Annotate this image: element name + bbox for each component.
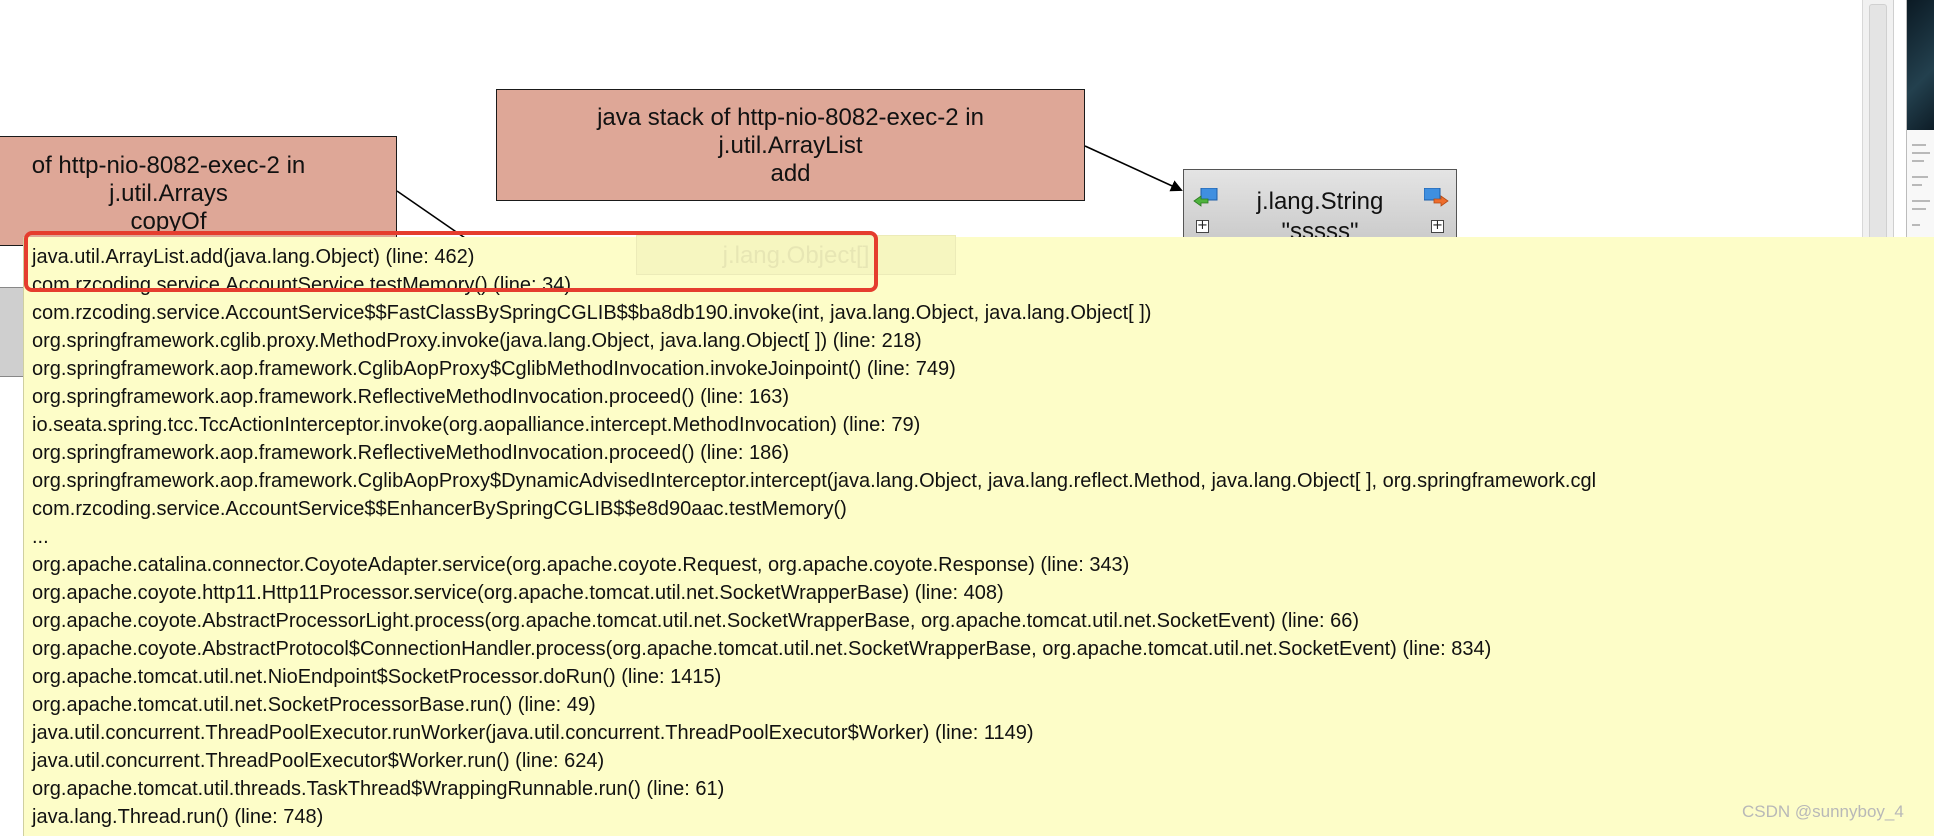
watermark: CSDN @sunnyboy_4 bbox=[1742, 802, 1904, 821]
highlight-annotation bbox=[24, 231, 878, 292]
stack-frame: com.rzcoding.service.AccountService$$Enh… bbox=[32, 498, 847, 520]
stack-node-arraylist-add[interactable]: java stack of http-nio-8082-exec-2 in j.… bbox=[496, 89, 1085, 201]
stack-frame: org.apache.coyote.http11.Http11Processor… bbox=[32, 582, 1004, 604]
stack-frame: org.springframework.aop.framework.CglibA… bbox=[32, 470, 1597, 492]
expand-plus-icon[interactable]: + bbox=[1431, 219, 1444, 233]
stack-frame: org.apache.tomcat.util.threads.TaskThrea… bbox=[32, 778, 725, 800]
stack-frame: org.apache.coyote.AbstractProtocol$Conne… bbox=[32, 638, 1492, 660]
overview-image bbox=[1907, 0, 1934, 130]
stack-frame: java.util.concurrent.ThreadPoolExecutor$… bbox=[32, 750, 605, 772]
stack-trace-tooltip: j.lang.Object[] java.util.ArrayList.add(… bbox=[23, 235, 1934, 836]
stack-frame: org.springframework.aop.framework.Reflec… bbox=[32, 442, 790, 464]
stack-node-line: of http-nio-8082-exec-2 in bbox=[31, 152, 306, 179]
stack-frame: org.springframework.cglib.proxy.MethodPr… bbox=[32, 330, 922, 352]
stack-frame-list: java.util.ArrayList.add(java.lang.Object… bbox=[32, 243, 1596, 831]
stack-node-line: j.util.Arrays bbox=[109, 180, 228, 207]
navigate-right-icon[interactable] bbox=[1424, 188, 1450, 208]
stack-frame: io.seata.spring.tcc.TccActionInterceptor… bbox=[32, 414, 921, 436]
stack-frame: java.util.concurrent.ThreadPoolExecutor.… bbox=[32, 722, 1034, 744]
stack-node-line: java stack of http-nio-8082-exec-2 in bbox=[597, 104, 984, 131]
stack-frame: java.lang.Thread.run() (line: 748) bbox=[32, 806, 324, 828]
edge-arraylist-add-to-string bbox=[1084, 145, 1183, 192]
stack-frame: org.apache.tomcat.util.net.NioEndpoint$S… bbox=[32, 666, 722, 688]
stack-frame: org.apache.tomcat.util.net.SocketProcess… bbox=[32, 694, 596, 716]
stack-node-line: j.util.ArrayList bbox=[718, 132, 863, 159]
stack-frame-ellipsis: ... bbox=[32, 526, 49, 548]
class-node-line: j.lang.String bbox=[1256, 188, 1384, 215]
stack-frame: org.springframework.aop.framework.CglibA… bbox=[32, 358, 956, 380]
stack-frame: org.apache.catalina.connector.CoyoteAdap… bbox=[32, 554, 1130, 576]
stack-frame: org.apache.coyote.AbstractProcessorLight… bbox=[32, 610, 1359, 632]
stack-frame: com.rzcoding.service.AccountService$$Fas… bbox=[32, 302, 1152, 324]
stack-node-line: add bbox=[770, 160, 811, 187]
stack-frame: org.springframework.aop.framework.Reflec… bbox=[32, 386, 790, 408]
stack-node-arrays-copyof[interactable]: of http-nio-8082-exec-2 in j.util.Arrays… bbox=[0, 136, 397, 246]
navigate-left-icon[interactable] bbox=[1192, 188, 1218, 208]
expand-plus-icon[interactable]: + bbox=[1196, 219, 1209, 233]
